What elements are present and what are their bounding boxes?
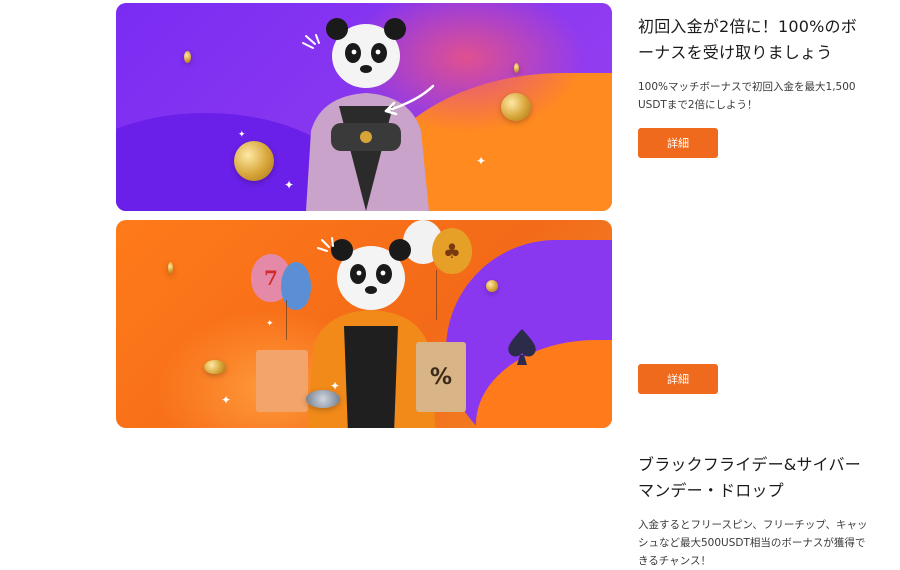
promo-title: 初回入金が2倍に！100%のボーナスを受け取りましょう	[638, 17, 857, 62]
sparkle-icon: ✦	[476, 154, 487, 168]
shopping-bag-icon	[256, 350, 308, 412]
promo-info: ブラックフライデー&サイバーマンデー・ドロップ 入金するとフリースピン、フリーチ…	[638, 452, 868, 570]
gold-coin-icon	[501, 93, 531, 121]
sparkle-icon: ✦	[221, 393, 232, 407]
sparkle-icon: ✦	[266, 319, 274, 329]
sparkle-icon: ✦	[330, 379, 341, 393]
gold-coin-icon	[168, 262, 173, 274]
promo-description: 100%マッチボーナスで初回入金を最大1,500 USDTまで2倍にしよう！	[638, 81, 856, 111]
promo-card-first-deposit: ✦ ✦ ✦ 初回入金が2倍に！100%のボーナスを受け取りましょう 100%マッ…	[0, 0, 900, 211]
balloon-string	[286, 300, 287, 340]
promo-title: ブラックフライデー&サイバーマンデー・ドロップ	[638, 455, 861, 500]
sparkle-icon: ✦	[238, 130, 246, 140]
details-button[interactable]: 詳細	[638, 128, 718, 158]
shopping-bag-percent-icon: %	[416, 342, 466, 412]
gold-coin-icon	[204, 360, 226, 374]
gold-coin-icon	[514, 63, 519, 73]
balloon-glyph: 7	[264, 266, 278, 290]
promo-description: 入金するとフリースピン、フリーチップ、キャッシュなど最大500USDT相当のボー…	[638, 519, 868, 567]
gold-coin-icon	[486, 280, 498, 292]
gold-coin-icon	[184, 51, 191, 63]
bag-glyph: %	[429, 364, 453, 390]
gold-coin-icon	[234, 141, 274, 181]
promo-info: 初回入金が2倍に！100%のボーナスを受け取りましょう 100%マッチボーナスで…	[638, 14, 868, 114]
sparkle-icon: ✦	[284, 178, 295, 192]
promo-banner-image[interactable]: ✦ ✦ ✦	[116, 3, 612, 211]
details-button[interactable]: 詳細	[638, 364, 718, 394]
spade-icon	[508, 329, 536, 365]
promo-card-black-friday: 7 ♣ % ✦ ✦ ✦ ブラックフライデー&サイバーマンデー・ドロップ 入金する…	[0, 220, 900, 567]
arrow-doodle-icon	[384, 84, 435, 116]
promo-banner-image[interactable]: 7 ♣ % ✦ ✦ ✦	[116, 220, 612, 428]
burst-lines-icon	[317, 237, 334, 252]
burst-lines-icon	[302, 34, 320, 49]
